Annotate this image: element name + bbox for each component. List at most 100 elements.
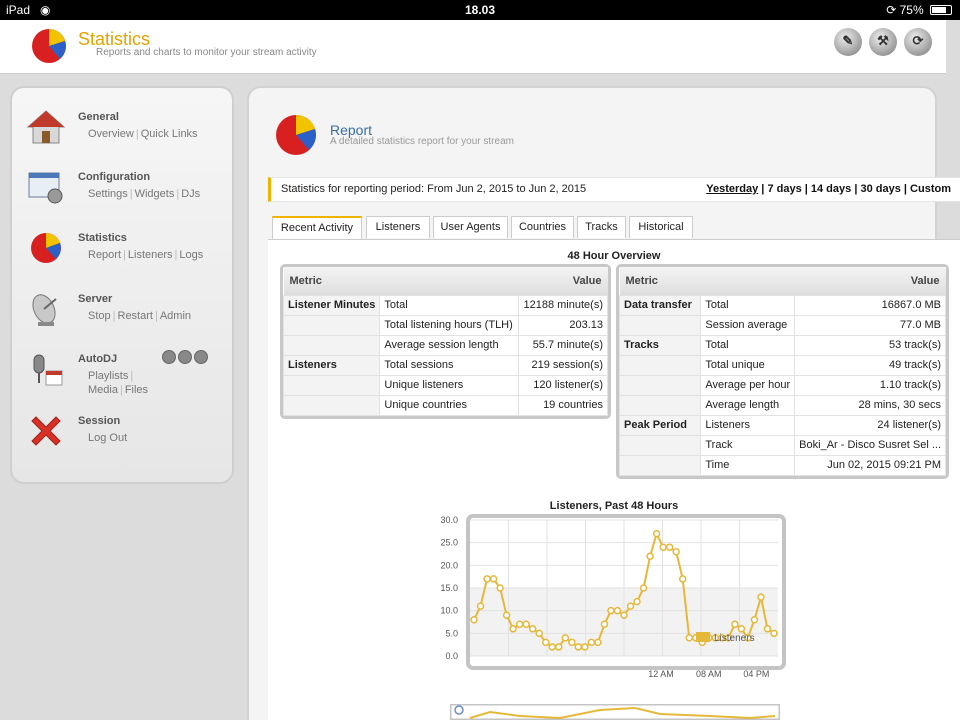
link-overview[interactable]: Overview [88,128,134,140]
metric-name-cell: Track [700,434,796,456]
link-widgets[interactable]: Widgets [135,188,175,200]
header-toolbar: ✎ ⚒ ⟳ [830,28,932,59]
sidebar-item-general[interactable]: General Overview | Quick Links [12,104,232,164]
sidebar-links: Playlists | Media | Files [88,370,149,396]
clock: 18.03 [464,3,496,17]
overview-title: 48 Hour Overview [567,250,661,262]
metric-group-cell [282,374,381,396]
data-point [620,611,628,619]
data-point [574,643,583,651]
autodj-next-button[interactable] [194,350,208,364]
link-settings[interactable]: Settings [88,188,128,200]
y-tick-label: 15.0 [440,583,458,593]
table-row: Peak Period Listeners 24 listener(s) [618,414,946,436]
metric-group-cell: Peak Period [618,414,702,436]
ios-status-bar: iPad ◉ 18.03 ⟳ 75% [0,0,960,20]
sidebar-links: Overview | Quick Links [88,128,198,140]
tab-recent-activity[interactable]: Recent Activity [272,216,362,240]
tab-tracks[interactable]: Tracks [577,216,626,238]
link-media[interactable]: Media [88,384,118,396]
autodj-stop-button[interactable] [178,350,192,364]
sidebar-links: Log Out [88,431,228,445]
link-playlists[interactable]: Playlists [88,370,128,382]
link-report[interactable]: Report [88,249,121,261]
metric-value-cell: 16867.0 MB [794,294,946,316]
tools-icon[interactable]: ⚒ [868,28,897,56]
link-files[interactable]: Files [125,384,148,396]
data-point [483,575,491,583]
autodj-play-button[interactable] [162,350,176,364]
sidebar-item-session[interactable]: Session Log Out [12,408,232,468]
data-point [626,602,635,610]
link-stop[interactable]: Stop [88,310,111,322]
link-logs[interactable]: Logs [179,249,203,261]
x-tick-label: 04 PM [743,669,769,679]
data-point [568,638,576,647]
tab-countries[interactable]: Countries [511,216,574,238]
metric-group-cell: Data transfer [618,294,702,316]
metric-name-cell: Unique listeners [379,374,519,396]
link-quick-links[interactable]: Quick Links [141,128,198,140]
tab-historical[interactable]: Historical [629,216,693,238]
metric-name-cell: Total listening hours (TLH) [379,314,519,336]
data-point [555,643,563,651]
metric-group-cell [282,394,381,416]
data-point [763,625,772,633]
period-14-days-link[interactable]: 14 days [811,183,851,195]
metric-group-cell [618,394,702,416]
metric-value-cell: 12188 minute(s) [517,294,609,316]
edit-icon[interactable]: ✎ [833,28,862,56]
period-7-days-link[interactable]: 7 days [767,183,801,195]
period-30-days-link[interactable]: 30 days [860,183,900,195]
sidebar-links: Report | Listeners | Logs [88,249,204,261]
sidebar-item-statistics[interactable]: Statistics Report | Listeners | Logs [12,225,232,285]
period-yesterday-link[interactable]: Yesterday [706,183,758,195]
metric-group-cell [618,374,702,396]
link-djs[interactable]: DJs [181,188,200,200]
sidebar-item-title: General [78,111,119,123]
data-point [737,625,746,633]
table-row: Data transfer Total 16867.0 MB [618,294,946,316]
data-point [672,547,680,556]
data-point [470,615,478,624]
home-icon [26,110,66,144]
metric-name-cell: Total [700,334,796,356]
tab-listeners[interactable]: Listeners [366,216,430,238]
y-tick-label: 0.0 [445,651,458,661]
period-links: Yesterday | 7 days | 14 days | 30 days |… [706,183,951,195]
sidebar-item-autodj[interactable]: AutoDJ Playlists | Media | Files [12,346,232,406]
metric-value-cell: 49 track(s) [794,354,946,376]
link-listeners[interactable]: Listeners [128,249,173,261]
metric-name-cell: Unique countries [379,394,519,416]
metric-group-cell [618,454,702,476]
sidebar-item-server[interactable]: Server Stop | Restart | Admin [12,286,232,346]
x-tick-label: 12 AM [648,669,674,679]
y-tick-label: 5.0 [445,628,458,638]
reporting-period-bar: Statistics for reporting period: From Ju… [268,177,960,202]
metric-name-cell: Average session length [379,334,519,356]
pie-chart-icon [31,233,61,263]
metric-name-cell: Total [379,294,519,316]
link-log-out[interactable]: Log Out [88,432,127,444]
refresh-icon[interactable]: ⟳ [904,28,932,56]
table-row: Listener Minutes Total 12188 minute(s) [282,294,609,316]
report-pie-icon [276,115,316,155]
period-custom-link[interactable]: Custom [910,183,951,195]
page-subtitle: Reports and charts to monitor your strea… [96,47,317,58]
data-point [528,625,537,633]
y-tick-label: 30.0 [440,515,458,525]
metric-name-cell: Time [700,454,796,476]
link-restart[interactable]: Restart [118,310,153,322]
data-point [502,611,511,619]
metric-column-header: Metric [619,267,795,295]
tab-user-agents[interactable]: User Agents [433,216,508,238]
metric-value-cell: 24 listener(s) [794,414,946,436]
data-point [561,634,570,642]
table-row: Track Boki_Ar - Disco Susret Sel ... [618,434,946,456]
data-point [665,543,674,551]
data-point [535,629,543,638]
link-admin[interactable]: Admin [160,310,191,322]
sidebar-item-configuration[interactable]: Configuration Settings | Widgets | DJs [12,164,232,224]
table-row: Listeners Total sessions 219 session(s) [282,354,609,376]
listeners-line-chart: 0.0 5.0 10.0 15.0 20.0 25.0 30.0 12 AM 08 AM 04 P… [440,515,778,679]
